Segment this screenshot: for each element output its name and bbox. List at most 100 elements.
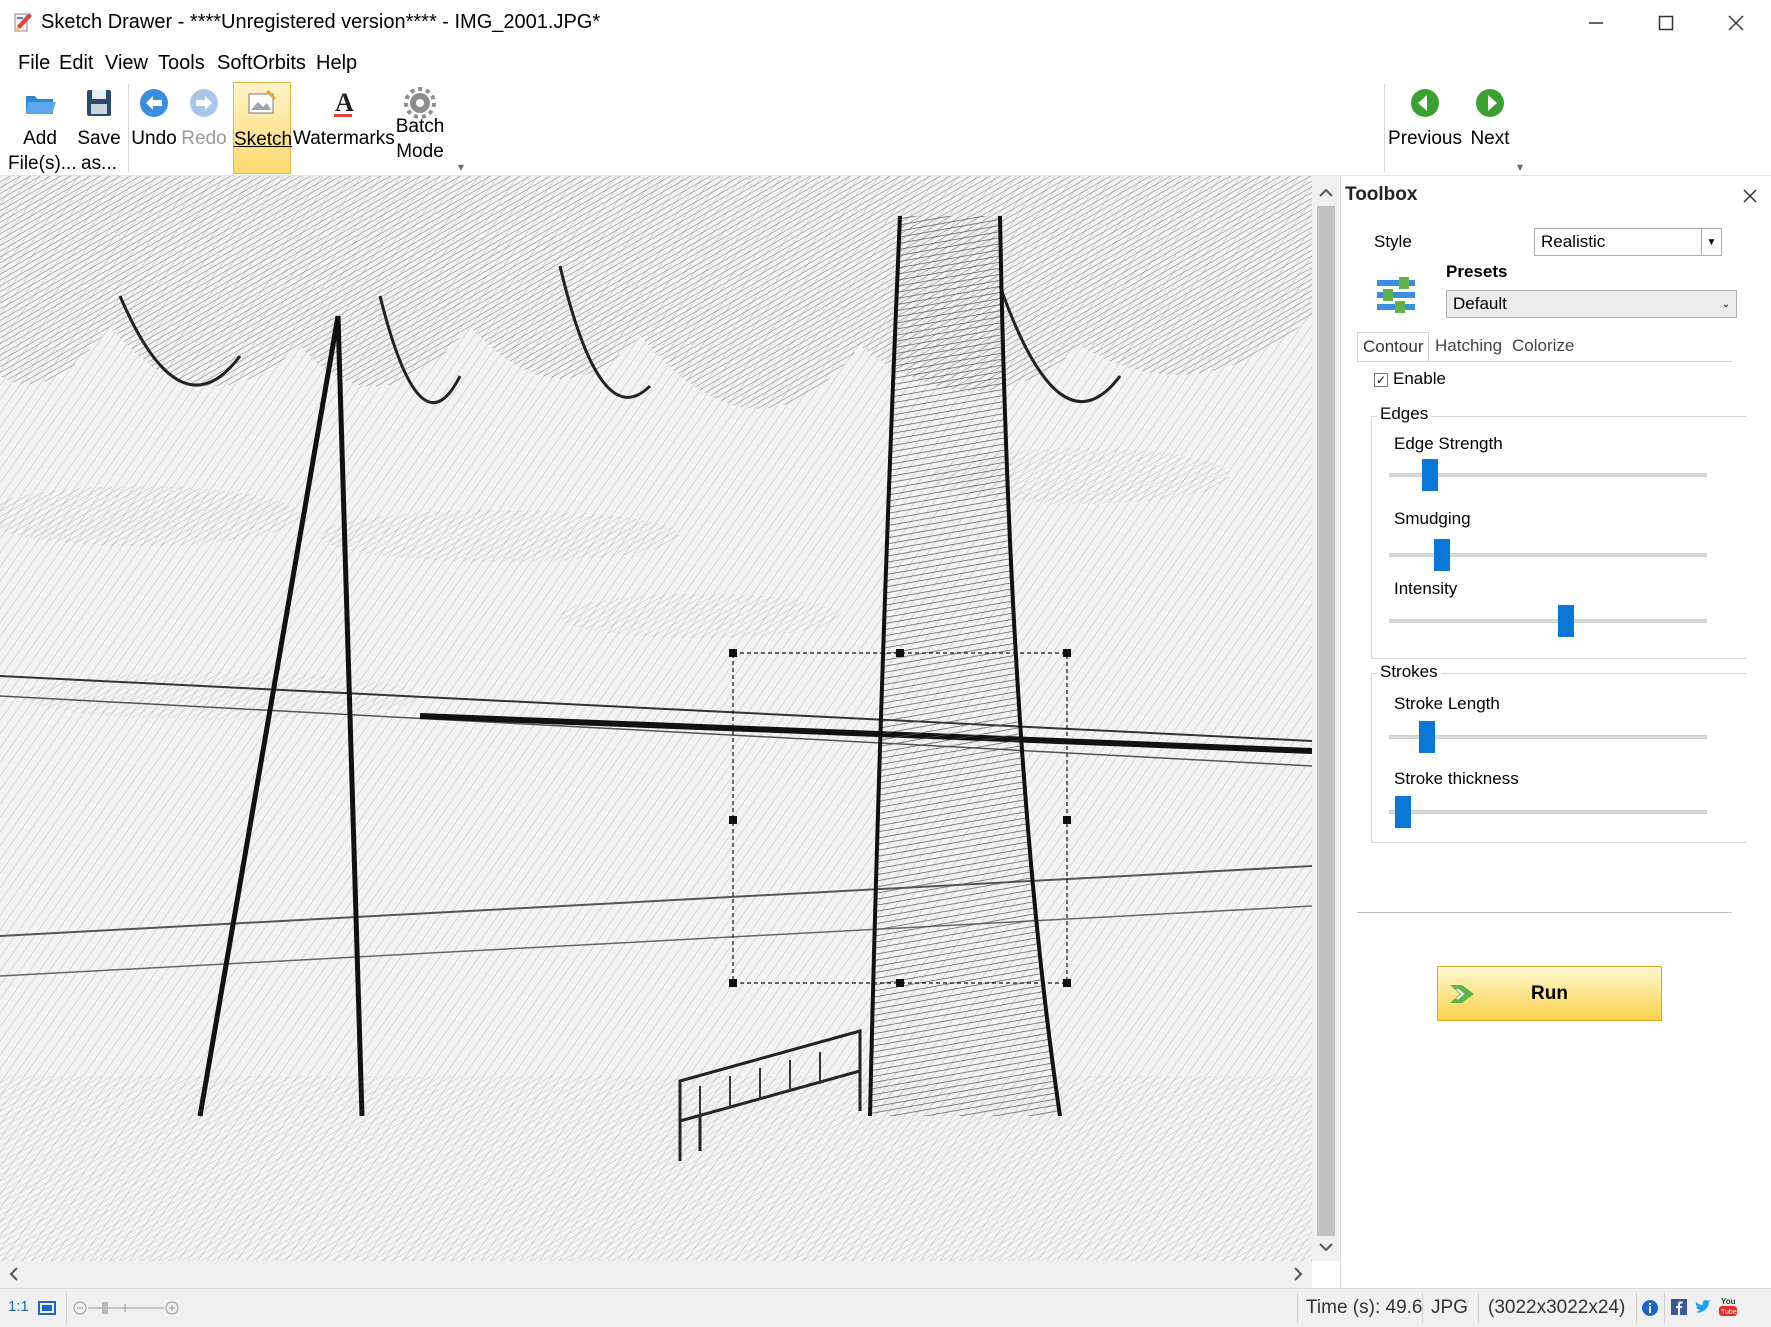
status-separator — [1636, 1293, 1637, 1323]
undo-button[interactable]: Undo — [130, 82, 178, 174]
undo-arrow-icon — [140, 89, 168, 117]
tab-colorize[interactable]: Colorize — [1507, 332, 1579, 362]
image-dimensions: (3022x3022x24) — [1488, 1297, 1626, 1318]
menu-softorbits[interactable]: SoftOrbits — [217, 52, 306, 75]
image-format: JPG — [1431, 1297, 1468, 1318]
zoom-actual-size-button[interactable]: 1:1 — [8, 1298, 29, 1315]
menu-edit[interactable]: Edit — [59, 52, 93, 75]
menu-tools[interactable]: Tools — [158, 52, 205, 75]
next-button[interactable]: Next — [1466, 82, 1514, 174]
watermarks-button[interactable]: A Watermarks — [293, 82, 395, 174]
image-canvas[interactable] — [0, 176, 1312, 1261]
dropdown-arrow-icon: ⌄ — [1721, 298, 1731, 310]
style-label: Style — [1374, 232, 1412, 251]
batch-mode-label: Batch Mode — [395, 116, 445, 162]
smudging-slider[interactable] — [1434, 539, 1451, 571]
close-icon — [1728, 15, 1744, 31]
edges-group-title: Edges — [1377, 404, 1432, 424]
save-as-button[interactable]: Save as... — [74, 82, 124, 174]
facebook-icon[interactable] — [1671, 1299, 1687, 1315]
presets-sliders-icon — [1377, 277, 1415, 313]
horizontal-scrollbar[interactable] — [0, 1261, 1312, 1288]
enable-label: Enable — [1393, 369, 1446, 388]
toolbar-overflow-icon[interactable]: ▾ — [1517, 160, 1523, 174]
scroll-down-icon[interactable] — [1312, 1238, 1340, 1258]
next-label: Next — [1470, 128, 1510, 149]
run-button[interactable]: Run — [1437, 966, 1662, 1021]
run-label: Run — [1531, 982, 1568, 1004]
toolbox-panel: Toolbox Style Realistic ▼ Presets Defaul… — [1340, 176, 1771, 1288]
smudging-label: Smudging — [1394, 509, 1471, 528]
stroke-length-label: Stroke Length — [1394, 694, 1500, 713]
style-dropdown[interactable]: Realistic ▼ — [1534, 228, 1722, 256]
maximize-button[interactable] — [1631, 0, 1701, 46]
enable-checkbox[interactable]: ✓ — [1374, 373, 1388, 387]
toolbox-close-button[interactable] — [1743, 182, 1757, 210]
minimize-button[interactable] — [1561, 0, 1631, 46]
close-window-button[interactable] — [1701, 0, 1771, 46]
edge-strength-slider[interactable] — [1422, 459, 1439, 491]
watermarks-label: Watermarks — [293, 128, 395, 149]
menu-file[interactable]: File — [18, 52, 50, 75]
status-separator — [1478, 1293, 1479, 1323]
status-separator — [1297, 1293, 1298, 1323]
info-icon[interactable] — [1641, 1299, 1659, 1317]
intensity-slider[interactable] — [1558, 605, 1575, 637]
strokes-group-title: Strokes — [1377, 662, 1441, 682]
intensity-track[interactable] — [1389, 619, 1707, 623]
status-separator — [1664, 1293, 1665, 1323]
tab-divider — [1357, 361, 1732, 362]
add-files-label: Add File(s)... — [8, 128, 77, 174]
stroke-thickness-track[interactable] — [1389, 810, 1707, 814]
toolbar: Add File(s)... Save as... Undo Redo Sket… — [0, 80, 1771, 176]
redo-button[interactable]: Redo — [180, 82, 228, 174]
scroll-left-icon[interactable] — [4, 1261, 24, 1288]
processing-time: Time (s): 49.6 — [1306, 1297, 1423, 1318]
menu-bar: File Edit View Tools SoftOrbits Help — [0, 46, 1771, 80]
previous-button[interactable]: Previous — [1386, 82, 1464, 174]
zoom-slider[interactable] — [72, 1298, 182, 1318]
vertical-scroll-thumb[interactable] — [1317, 206, 1335, 1236]
next-arrow-icon — [1476, 89, 1504, 117]
svg-text:Tube: Tube — [1721, 1309, 1737, 1316]
previous-arrow-icon — [1411, 89, 1439, 117]
status-separator — [66, 1293, 67, 1323]
youtube-icon[interactable]: You Tube — [1718, 1296, 1738, 1318]
stroke-thickness-label: Stroke thickness — [1394, 769, 1519, 788]
title-bar: Sketch Drawer - ****Unregistered version… — [0, 0, 1771, 46]
menu-view[interactable]: View — [105, 52, 148, 75]
tab-contour[interactable]: Contour — [1357, 332, 1430, 362]
sketch-picture-icon — [248, 89, 277, 114]
open-folder-icon — [26, 96, 56, 114]
style-value: Realistic — [1541, 232, 1606, 251]
presets-label: Presets — [1446, 262, 1508, 281]
presets-value: Default — [1453, 294, 1507, 313]
sketch-image — [0, 176, 1312, 1261]
fit-to-window-icon[interactable] — [36, 1299, 58, 1317]
scroll-up-icon[interactable] — [1312, 182, 1340, 202]
vertical-scrollbar[interactable] — [1312, 176, 1340, 1261]
toolbar-overflow-icon[interactable]: ▾ — [458, 160, 464, 174]
add-files-button[interactable]: Add File(s)... — [8, 82, 77, 174]
redo-arrow-icon — [190, 89, 218, 117]
stroke-length-slider[interactable] — [1419, 721, 1436, 753]
toolbar-separator — [1384, 84, 1385, 172]
batch-mode-button[interactable]: Batch Mode — [395, 82, 445, 174]
presets-dropdown[interactable]: Default ⌄ — [1446, 290, 1737, 318]
sketch-label: Sketch — [234, 129, 293, 150]
intensity-label: Intensity — [1394, 579, 1458, 598]
scroll-right-icon[interactable] — [1288, 1261, 1308, 1288]
dropdown-arrow-icon: ▼ — [1701, 229, 1721, 255]
tab-hatching[interactable]: Hatching — [1430, 332, 1507, 362]
svg-text:You: You — [1721, 1297, 1736, 1306]
menu-help[interactable]: Help — [316, 52, 357, 75]
stroke-length-track[interactable] — [1389, 735, 1707, 739]
panel-divider — [1357, 912, 1732, 913]
app-logo-icon — [14, 13, 32, 32]
previous-label: Previous — [1388, 128, 1462, 149]
sketch-button[interactable]: Sketch — [233, 82, 293, 174]
redo-label: Redo — [181, 128, 227, 149]
watermark-text-icon: A — [334, 88, 354, 117]
stroke-thickness-slider[interactable] — [1395, 796, 1412, 828]
twitter-icon[interactable] — [1694, 1299, 1712, 1315]
